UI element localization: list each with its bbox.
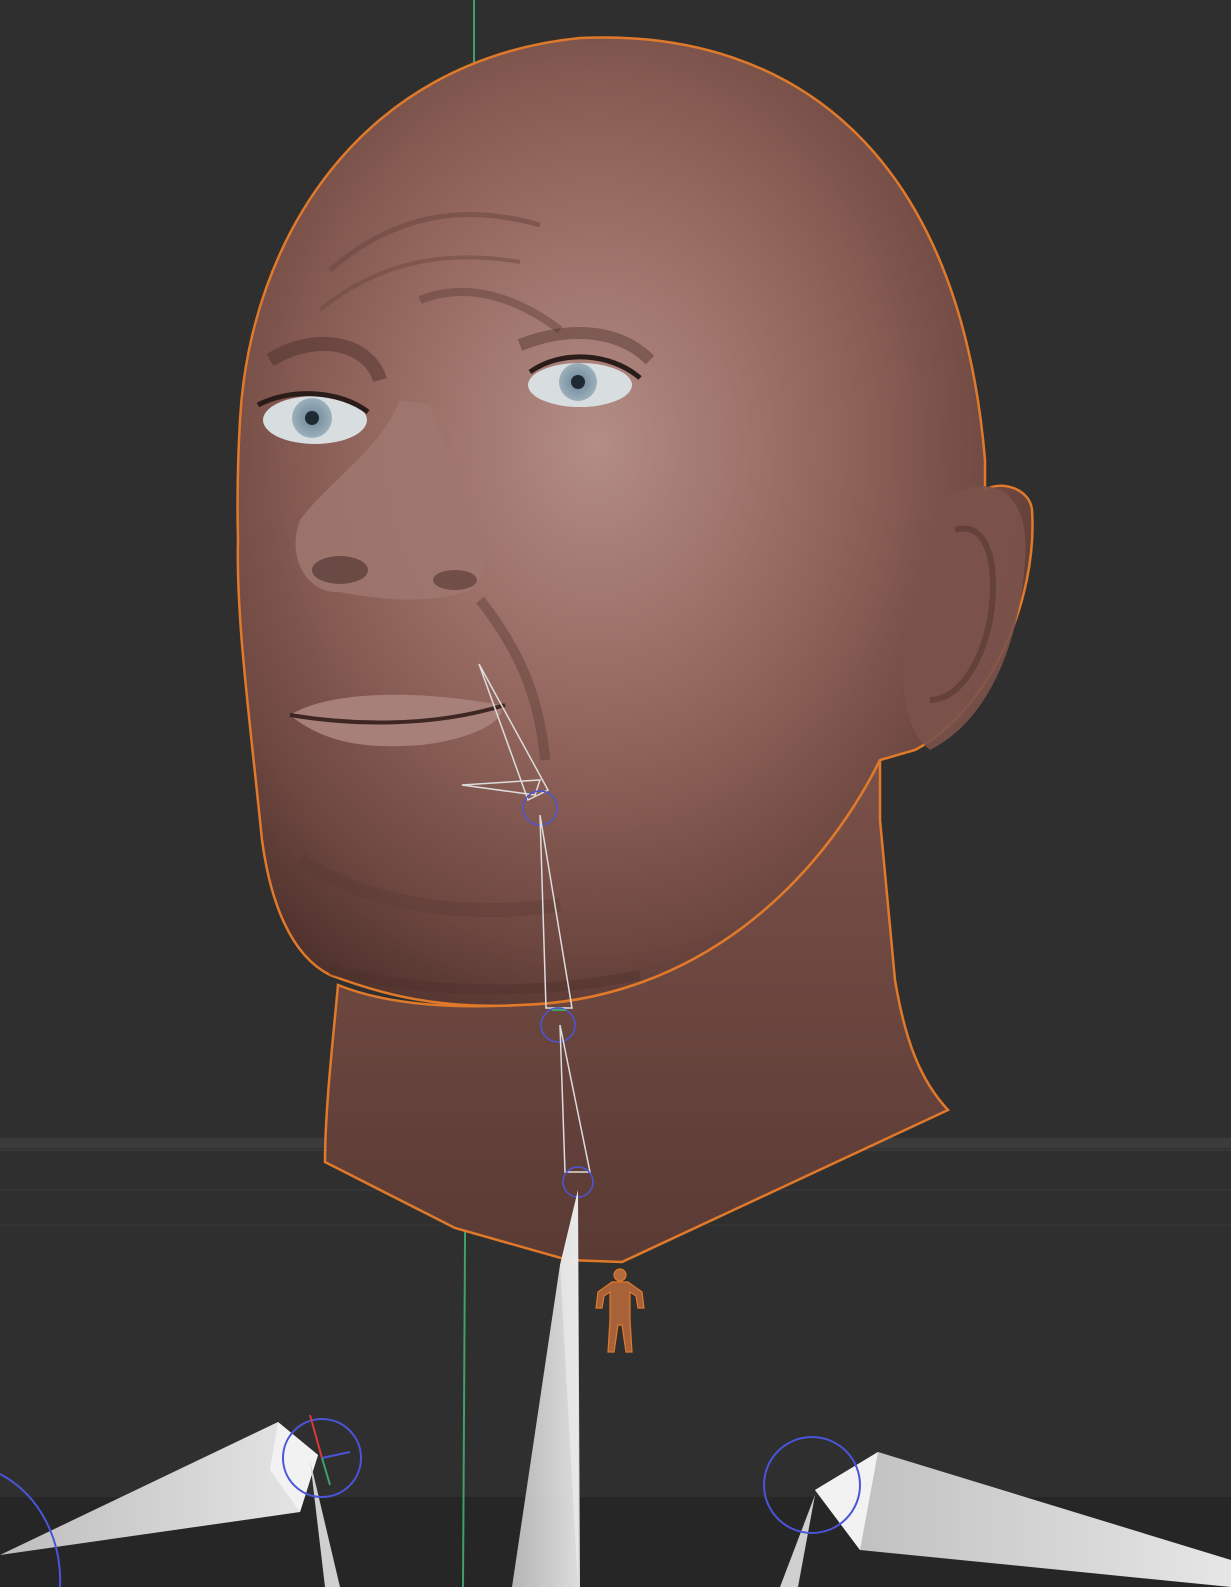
3d-viewport[interactable] — [0, 0, 1231, 1587]
head-mesh[interactable] — [236, 36, 1034, 1264]
bone-shoulder-right[interactable] — [763, 1436, 1231, 1587]
viewport-canvas[interactable] — [0, 0, 1231, 1587]
armature-figure-icon[interactable] — [595, 1268, 645, 1353]
bone-shoulder-left[interactable] — [0, 1414, 362, 1587]
